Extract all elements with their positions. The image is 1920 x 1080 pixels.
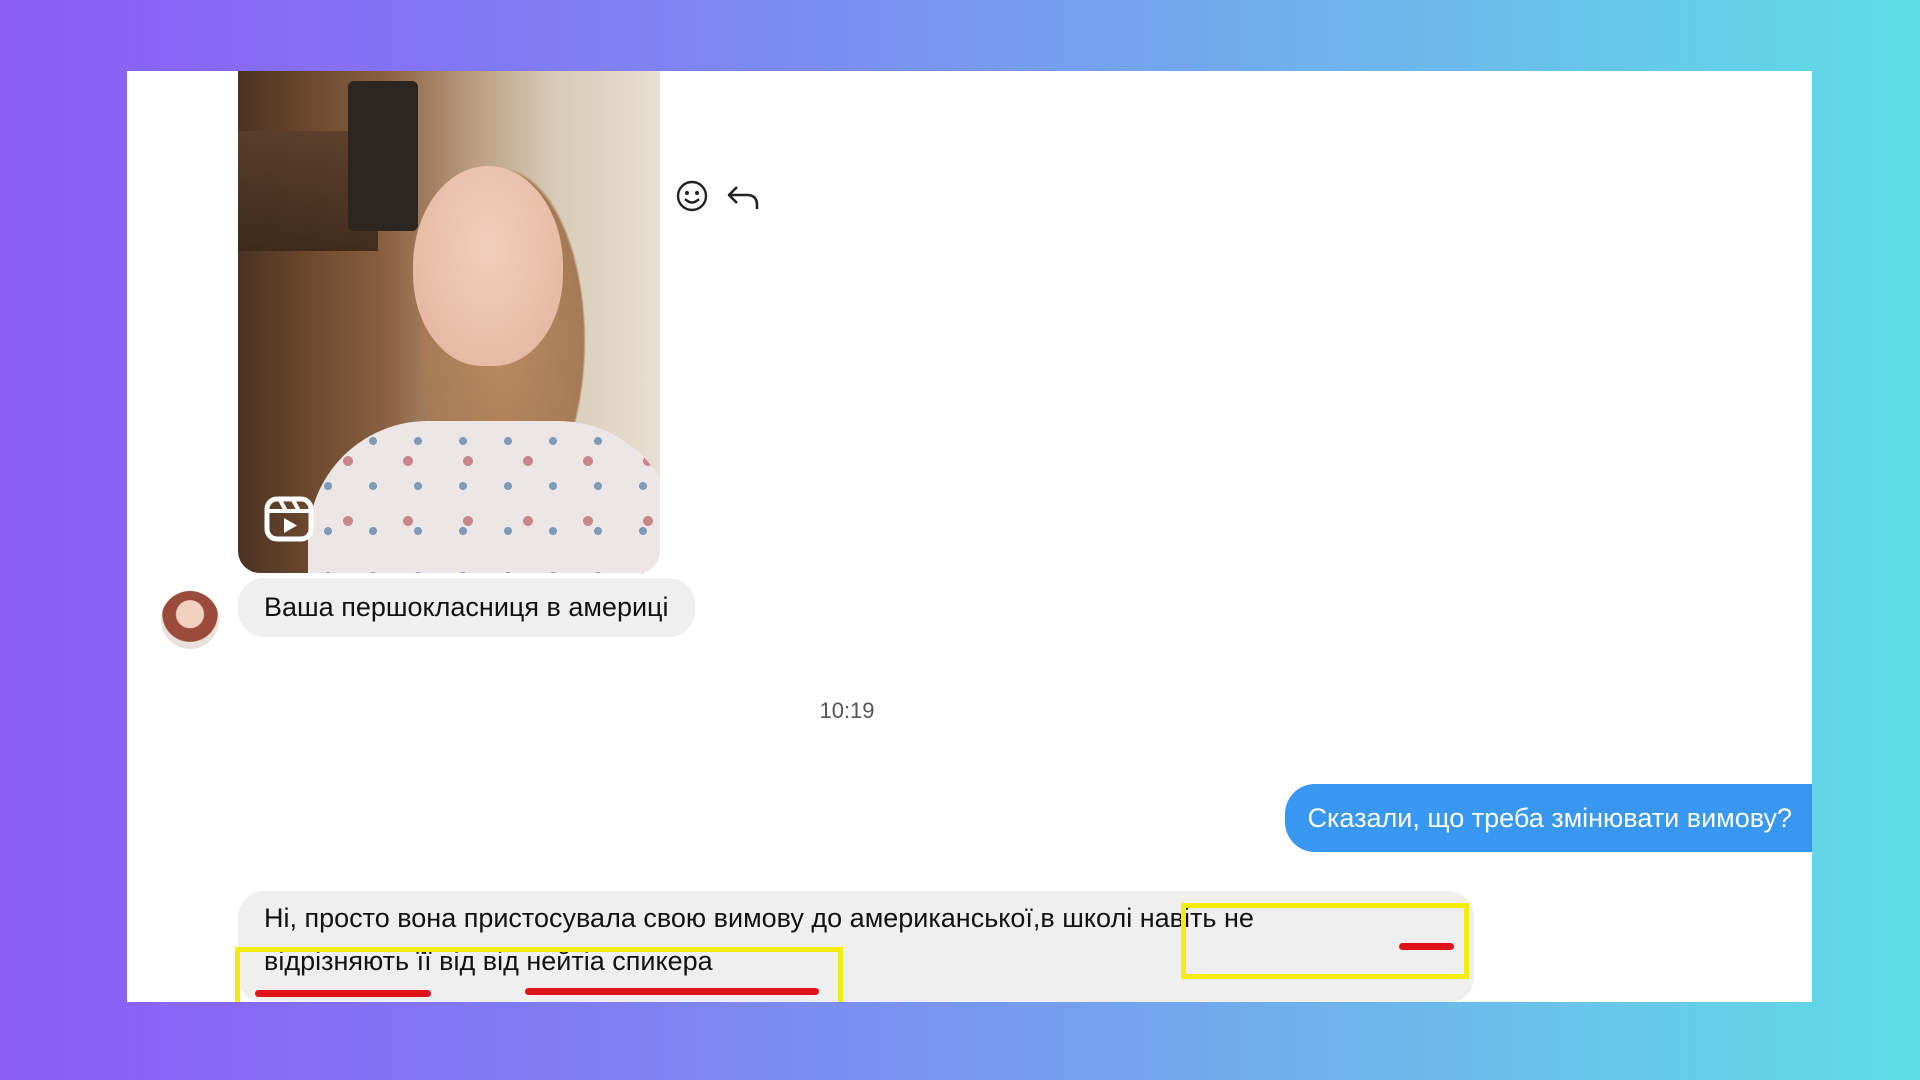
message-text: Ні, просто вона пристосувала свою вимову… [264,903,1041,933]
incoming-message-long[interactable]: Ні, просто вона пристосувала свою вимову… [238,891,1474,1002]
message-actions [675,179,773,218]
underline-mark [525,988,819,995]
message-text: від нейтіа спикера [482,946,713,976]
reel-play-icon [264,496,314,542]
outgoing-message[interactable]: Сказали, що треба змінювати вимову? [1285,784,1812,852]
underline-mark [1399,943,1454,950]
sender-avatar[interactable] [161,591,219,649]
message-line-2: відрізняють її від від нейтіа спикера [264,940,1474,983]
message-timestamp: 10:19 [819,698,875,723]
reply-arrow-icon[interactable] [725,179,761,218]
underline-mark [255,990,431,997]
shared-reel-preview[interactable] [238,71,660,573]
girl-floral-dress [308,421,660,573]
girl-face [413,166,563,366]
message-text: відрізняють [264,946,410,976]
message-line-1: Ні, просто вона пристосувала свою вимову… [264,897,1474,940]
message-text: не [1223,903,1254,933]
message-text: її від [416,946,476,976]
incoming-message[interactable]: Ваша першокласниця в америці [238,578,695,637]
chat-panel: Ваша першокласниця в америці 10:19 Сказа… [127,71,1812,1002]
emoji-smile-icon[interactable] [675,179,709,218]
message-text: в школі навіть [1040,903,1217,933]
